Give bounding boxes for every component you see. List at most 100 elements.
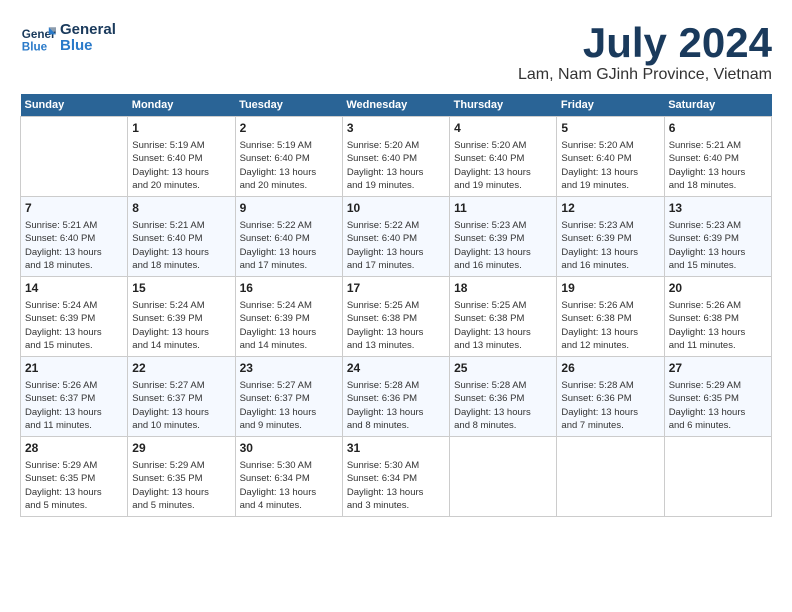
calendar-week-2: 7Sunrise: 5:21 AMSunset: 6:40 PMDaylight… (21, 197, 772, 277)
day-number: 4 (454, 120, 552, 137)
day-number: 12 (561, 200, 659, 217)
day-info: Sunrise: 5:28 AM (561, 379, 659, 392)
day-info: Sunset: 6:40 PM (132, 232, 230, 245)
logo-line2: Blue (60, 38, 116, 55)
calendar-cell: 8Sunrise: 5:21 AMSunset: 6:40 PMDaylight… (128, 197, 235, 277)
day-info: Sunrise: 5:19 AM (240, 139, 338, 152)
day-info: Sunset: 6:39 PM (669, 232, 767, 245)
day-info: and 18 minutes. (669, 179, 767, 192)
day-info: and 7 minutes. (561, 419, 659, 432)
day-info: and 15 minutes. (669, 259, 767, 272)
calendar-cell: 2Sunrise: 5:19 AMSunset: 6:40 PMDaylight… (235, 117, 342, 197)
day-info: Daylight: 13 hours (240, 166, 338, 179)
day-number: 15 (132, 280, 230, 297)
day-info: and 5 minutes. (132, 499, 230, 512)
day-info: Sunrise: 5:26 AM (561, 299, 659, 312)
day-info: Sunrise: 5:20 AM (454, 139, 552, 152)
day-number: 25 (454, 360, 552, 377)
day-number: 8 (132, 200, 230, 217)
calendar-cell: 24Sunrise: 5:28 AMSunset: 6:36 PMDayligh… (342, 357, 449, 437)
day-info: Sunrise: 5:20 AM (561, 139, 659, 152)
month-title: July 2024 (518, 20, 772, 66)
calendar-cell: 22Sunrise: 5:27 AMSunset: 6:37 PMDayligh… (128, 357, 235, 437)
day-info: Sunrise: 5:30 AM (240, 459, 338, 472)
day-info: and 13 minutes. (454, 339, 552, 352)
day-info: Daylight: 13 hours (561, 166, 659, 179)
day-info: Sunset: 6:38 PM (454, 312, 552, 325)
day-info: Sunrise: 5:23 AM (669, 219, 767, 232)
day-info: Sunset: 6:40 PM (240, 232, 338, 245)
day-number: 23 (240, 360, 338, 377)
calendar-week-5: 28Sunrise: 5:29 AMSunset: 6:35 PMDayligh… (21, 437, 772, 517)
day-info: Daylight: 13 hours (561, 406, 659, 419)
day-info: Sunset: 6:35 PM (132, 472, 230, 485)
day-info: and 12 minutes. (561, 339, 659, 352)
day-info: Sunrise: 5:26 AM (25, 379, 123, 392)
calendar-cell: 14 Sunrise: 5:24 AMSunset: 6:39 PMDayligh… (21, 277, 128, 357)
day-info: Sunset: 6:37 PM (132, 392, 230, 405)
day-info: and 15 minutes. (25, 339, 123, 352)
day-number: 28 (25, 440, 123, 457)
day-number: 14 (25, 280, 123, 297)
day-number: 21 (25, 360, 123, 377)
day-info: Sunrise: 5:21 AM (669, 139, 767, 152)
calendar-cell: 23Sunrise: 5:27 AMSunset: 6:37 PMDayligh… (235, 357, 342, 437)
day-info: Sunrise: 5:26 AM (669, 299, 767, 312)
day-info: Sunrise: 5:30 AM (347, 459, 445, 472)
calendar-cell: 26Sunrise: 5:28 AMSunset: 6:36 PMDayligh… (557, 357, 664, 437)
day-info: and 5 minutes. (25, 499, 123, 512)
calendar-cell (664, 437, 771, 517)
day-info: Daylight: 13 hours (454, 406, 552, 419)
calendar-cell: 28 Sunrise: 5:29 AMSunset: 6:35 PMDayligh… (21, 437, 128, 517)
day-number: 2 (240, 120, 338, 137)
day-info: Sunset: 6:40 PM (454, 152, 552, 165)
day-info: Daylight: 13 hours (25, 486, 123, 499)
day-info: Sunrise: 5:24 AM (132, 299, 230, 312)
logo-line1: General (60, 22, 116, 39)
day-info: Sunrise: 5:28 AM (347, 379, 445, 392)
calendar-cell: 3Sunrise: 5:20 AMSunset: 6:40 PMDaylight… (342, 117, 449, 197)
weekday-header-row: SundayMondayTuesdayWednesdayThursdayFrid… (21, 94, 772, 117)
day-number: 27 (669, 360, 767, 377)
day-info: Daylight: 13 hours (132, 486, 230, 499)
day-info: and 8 minutes. (347, 419, 445, 432)
calendar-cell: 9Sunrise: 5:22 AMSunset: 6:40 PMDaylight… (235, 197, 342, 277)
day-info: Sunset: 6:35 PM (669, 392, 767, 405)
day-info: Sunset: 6:39 PM (25, 312, 123, 325)
day-info: Daylight: 13 hours (25, 326, 123, 339)
calendar-week-1: 1Sunrise: 5:19 AMSunset: 6:40 PMDaylight… (21, 117, 772, 197)
day-info: Sunrise: 5:29 AM (25, 459, 123, 472)
logo-icon: General Blue (20, 20, 56, 56)
day-number: 30 (240, 440, 338, 457)
day-info: Daylight: 13 hours (347, 326, 445, 339)
day-info: Sunset: 6:40 PM (25, 232, 123, 245)
calendar-cell: 13Sunrise: 5:23 AMSunset: 6:39 PMDayligh… (664, 197, 771, 277)
day-info: Sunset: 6:40 PM (347, 152, 445, 165)
page-header: General Blue General Blue July 2024 Lam,… (20, 20, 772, 84)
day-info: Daylight: 13 hours (669, 246, 767, 259)
calendar-cell: 4Sunrise: 5:20 AMSunset: 6:40 PMDaylight… (450, 117, 557, 197)
day-info: Sunrise: 5:21 AM (25, 219, 123, 232)
day-info: Sunrise: 5:29 AM (669, 379, 767, 392)
day-info: Sunrise: 5:22 AM (240, 219, 338, 232)
calendar-table: SundayMondayTuesdayWednesdayThursdayFrid… (20, 94, 772, 517)
day-info: and 13 minutes. (347, 339, 445, 352)
calendar-cell (450, 437, 557, 517)
day-info: Sunset: 6:40 PM (347, 232, 445, 245)
day-number: 22 (132, 360, 230, 377)
day-info: Sunset: 6:36 PM (561, 392, 659, 405)
day-info: Sunset: 6:40 PM (132, 152, 230, 165)
day-info: and 19 minutes. (347, 179, 445, 192)
calendar-cell: 30Sunrise: 5:30 AMSunset: 6:34 PMDayligh… (235, 437, 342, 517)
day-info: Sunset: 6:39 PM (132, 312, 230, 325)
day-info: Sunrise: 5:24 AM (25, 299, 123, 312)
svg-text:Blue: Blue (22, 41, 48, 54)
calendar-cell: 18Sunrise: 5:25 AMSunset: 6:38 PMDayligh… (450, 277, 557, 357)
weekday-header-friday: Friday (557, 94, 664, 117)
day-info: Sunset: 6:35 PM (25, 472, 123, 485)
calendar-cell (557, 437, 664, 517)
calendar-cell: 20Sunrise: 5:26 AMSunset: 6:38 PMDayligh… (664, 277, 771, 357)
day-info: and 16 minutes. (561, 259, 659, 272)
day-info: Sunrise: 5:24 AM (240, 299, 338, 312)
day-info: Sunset: 6:39 PM (240, 312, 338, 325)
